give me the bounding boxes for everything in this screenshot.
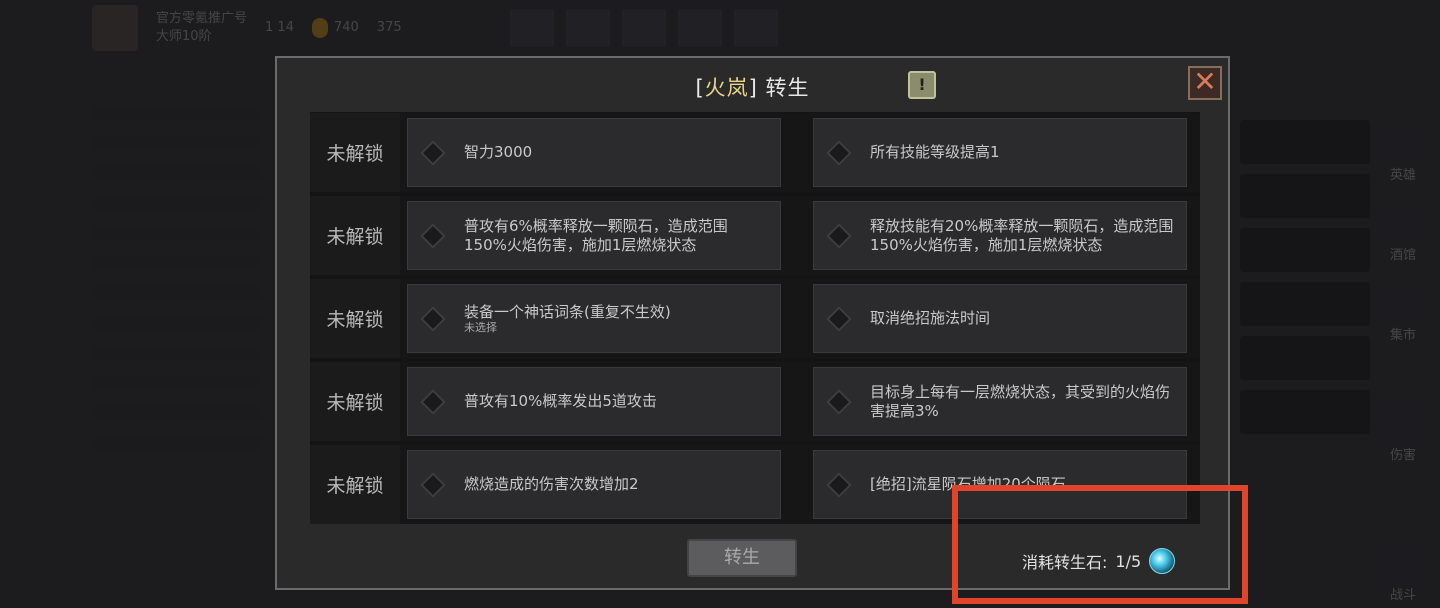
side-item-damage[interactable]: 伤害 xyxy=(1380,410,1426,468)
menu-icon xyxy=(565,8,610,47)
background-left-list xyxy=(92,90,262,466)
talent-text: 所有技能等级提高1 xyxy=(870,143,1000,161)
talent-subtext: 未选择 xyxy=(464,321,497,334)
talent-option-left[interactable]: 燃烧造成的伤害次数增加2 xyxy=(407,450,781,519)
stat-gold: 740 xyxy=(311,17,359,38)
talent-option-right[interactable]: 所有技能等级提高1 xyxy=(813,118,1187,187)
list-item xyxy=(92,436,262,450)
menu-icon xyxy=(509,8,554,47)
talent-row: 未解锁 智力3000 所有技能等级提高1 xyxy=(310,113,1200,192)
list-item xyxy=(92,286,262,300)
side-item-battle[interactable]: 战斗 xyxy=(1380,550,1426,608)
list-item xyxy=(92,136,262,150)
damage-icon xyxy=(1387,410,1419,440)
locked-label: 未解锁 xyxy=(310,362,400,441)
locked-label: 未解锁 xyxy=(310,445,400,524)
talent-text: 目标身上每有一层燃烧状态，其受到的火焰伤害提高3% xyxy=(870,382,1171,420)
talent-text: 普攻有6%概率释放一颗陨石，造成范围150%火焰伤害，施加1层燃烧状态 xyxy=(464,216,728,254)
diamond-icon xyxy=(826,139,852,166)
side-item-hero[interactable]: 英雄 xyxy=(1380,130,1426,188)
diamond-icon xyxy=(420,222,446,249)
talent-text: 普攻有10%概率发出5道攻击 xyxy=(464,392,657,410)
talent-option-left[interactable]: 智力3000 xyxy=(407,118,781,187)
market-icon xyxy=(1387,290,1419,320)
locked-label: 未解锁 xyxy=(310,279,400,358)
talent-text: 释放技能有20%概率释放一颗陨石，造成范围150%火焰伤害，施加1层燃烧状态 xyxy=(870,216,1174,254)
talent-option-right[interactable]: 取消绝招施法时间 xyxy=(813,284,1187,353)
side-item-tavern[interactable]: 酒馆 xyxy=(1380,210,1426,268)
list-item xyxy=(92,376,262,390)
player-name: 官方零氪推广号 xyxy=(156,10,248,26)
list-item xyxy=(92,196,262,210)
list-item xyxy=(92,316,262,330)
help-button[interactable]: ! xyxy=(908,71,936,99)
list-item xyxy=(92,406,262,420)
stat-3: 375 xyxy=(377,20,402,35)
list-item xyxy=(92,106,262,120)
close-icon: ✕ xyxy=(1193,65,1217,98)
list-item xyxy=(92,226,262,240)
diamond-icon xyxy=(420,388,446,415)
talent-text: 智力3000 xyxy=(464,143,533,161)
diamond-icon xyxy=(826,305,852,332)
exclamation-icon: ! xyxy=(918,75,926,94)
stat-1: 1 14 xyxy=(265,20,294,35)
close-button[interactable]: ✕ xyxy=(1188,66,1222,100)
diamond-icon xyxy=(826,471,852,498)
hero-name: 火岚 xyxy=(704,76,749,100)
rebirth-button[interactable]: 转生 xyxy=(687,539,797,577)
diamond-icon xyxy=(826,222,852,249)
side-item-market[interactable]: 集市 xyxy=(1380,290,1426,348)
player-info: 官方零氪推广号 大师10阶 xyxy=(156,10,247,46)
talent-text: 燃烧造成的伤害次数增加2 xyxy=(464,475,639,493)
dialog-title: [火岚] 转生 xyxy=(695,76,810,100)
highlight-box xyxy=(952,485,1248,604)
coin-icon xyxy=(311,17,328,38)
talent-text: 取消绝招施法时间 xyxy=(870,309,991,327)
talent-option-right[interactable]: 目标身上每有一层燃烧状态，其受到的火焰伤害提高3% xyxy=(813,367,1187,436)
talent-option-right[interactable]: 释放技能有20%概率释放一颗陨石，造成范围150%火焰伤害，施加1层燃烧状态 xyxy=(813,201,1187,270)
stat-1-value: 1 14 xyxy=(265,20,294,35)
talent-row: 未解锁 普攻有6%概率释放一颗陨石，造成范围150%火焰伤害，施加1层燃烧状态 … xyxy=(310,196,1200,275)
stat-3-value: 375 xyxy=(376,20,402,35)
diamond-icon xyxy=(420,471,446,498)
stat-gold-value: 740 xyxy=(333,20,359,35)
talent-option-left[interactable]: 装备一个神话词条(重复不生效) 未选择 xyxy=(407,284,781,353)
tavern-icon xyxy=(1387,210,1419,240)
talent-option-left[interactable]: 普攻有6%概率释放一颗陨石，造成范围150%火焰伤害，施加1层燃烧状态 xyxy=(407,201,781,270)
talent-option-left[interactable]: 普攻有10%概率发出5道攻击 xyxy=(407,367,781,436)
list-item xyxy=(92,166,262,180)
list-item xyxy=(92,256,262,270)
locked-label: 未解锁 xyxy=(310,196,400,275)
list-item xyxy=(92,346,262,360)
talent-text: 装备一个神话词条(重复不生效) 未选择 xyxy=(464,303,671,334)
background-side-menu: 英雄 酒馆 集市 伤害 战斗 xyxy=(1230,60,1440,608)
player-avatar xyxy=(92,4,138,51)
menu-icon xyxy=(621,8,666,47)
diamond-icon xyxy=(420,305,446,332)
talent-row: 未解锁 装备一个神话词条(重复不生效) 未选择 取消绝招施法时间 xyxy=(310,279,1200,358)
top-menu-icons xyxy=(509,8,778,47)
locked-label: 未解锁 xyxy=(310,113,400,192)
battle-icon xyxy=(1387,550,1419,580)
rebirth-talent-grid: 未解锁 智力3000 所有技能等级提高1 未解锁 普攻有6%概率释放一颗陨石，造… xyxy=(310,112,1200,524)
diamond-icon xyxy=(826,388,852,415)
hero-icon xyxy=(1387,130,1419,160)
player-rank: 大师10阶 xyxy=(156,28,212,44)
diamond-icon xyxy=(420,139,446,166)
talent-row: 未解锁 普攻有10%概率发出5道攻击 目标身上每有一层燃烧状态，其受到的火焰伤害… xyxy=(310,362,1200,441)
menu-icon xyxy=(677,8,722,47)
background-top-bar: 官方零氪推广号 大师10阶 1 14 740 375 xyxy=(80,0,1120,55)
menu-icon xyxy=(733,8,778,47)
